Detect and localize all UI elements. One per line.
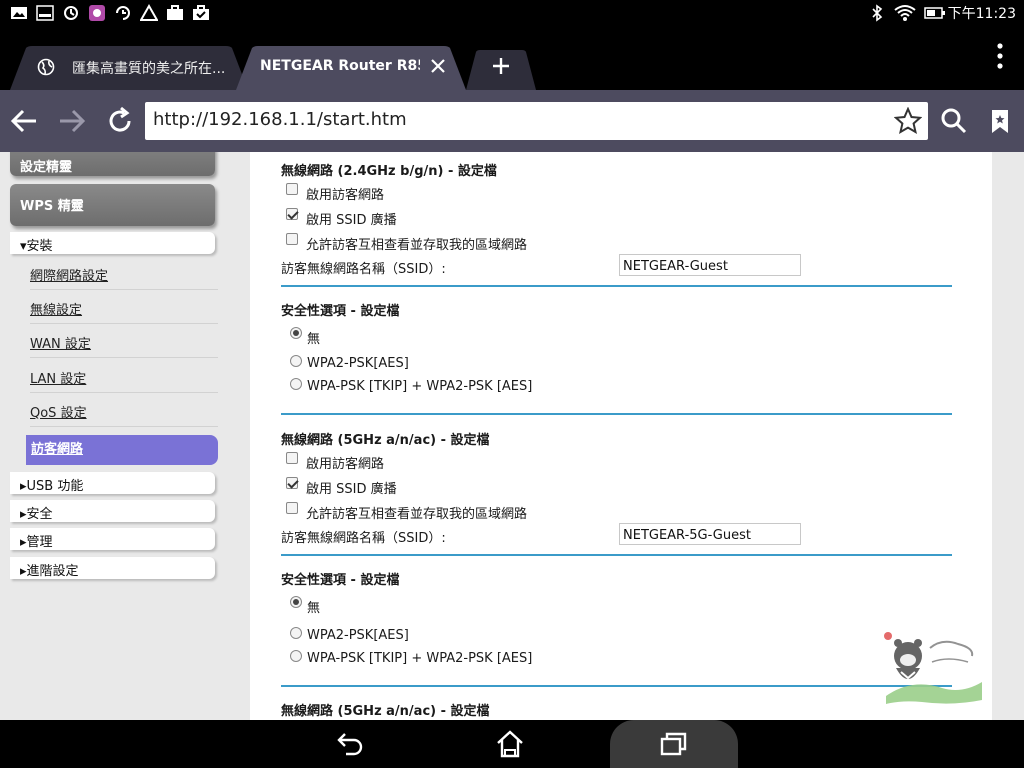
system-nav-bar	[0, 720, 1024, 768]
sidebar-item-internet[interactable]: 網際網路設定	[30, 256, 218, 290]
web-page: 設定精靈 WPS 精靈 ▾安裝 網際網路設定 無線設定 WAN 設定 LAN 設…	[0, 152, 1024, 720]
sidebar-item-guest-network[interactable]: 訪客網路	[26, 435, 218, 465]
section-divider	[281, 685, 952, 687]
nav-back-icon	[337, 733, 363, 756]
search-button[interactable]	[938, 105, 970, 137]
security-24-mixed-label: WPA-PSK [TKIP] + WPA2-PSK [AES]	[307, 379, 533, 394]
enable-guest-5g-checkbox[interactable]	[286, 452, 298, 464]
tab-netgear[interactable]: NETGEAR Router R85...	[236, 46, 466, 90]
tab-gallery[interactable]: 匯集高畫質的美之所在...	[10, 46, 248, 90]
sync-icon	[62, 4, 80, 22]
reload-button[interactable]	[104, 105, 136, 137]
security-24-none-radio[interactable]	[290, 327, 302, 339]
clock-icon	[114, 4, 132, 22]
enable-guest-24-label: 啟用訪客網路	[306, 188, 385, 203]
status-bar: 下午11:23	[0, 0, 1024, 26]
forward-button[interactable]	[56, 105, 88, 137]
page-margin	[992, 152, 1024, 720]
band-24-heading: 無線網路 (2.4GHz b/g/n) - 設定檔	[281, 164, 497, 179]
sidebar-section-advanced[interactable]: ▸進階設定	[10, 557, 215, 579]
allow-lan-access-24-checkbox[interactable]	[286, 233, 298, 245]
nav-back-button[interactable]	[334, 728, 366, 760]
security-5g-wpa2-label: WPA2-PSK[AES]	[307, 628, 409, 643]
sidebar-section-security[interactable]: ▸安全	[10, 500, 215, 522]
band-5g-heading: 無線網路 (5GHz a/n/ac) - 設定檔	[281, 433, 490, 448]
sidebar-section-usb[interactable]: ▸USB 功能	[10, 472, 215, 494]
security-5g-wpa2-radio[interactable]	[290, 627, 302, 639]
tab-strip: 匯集高畫質的美之所在... NETGEAR Router R85...	[0, 26, 1024, 90]
close-icon[interactable]	[428, 56, 448, 76]
briefcase-icon	[166, 4, 184, 22]
app-icon	[88, 4, 106, 22]
security-5g-heading: 安全性選項 - 設定檔	[281, 573, 400, 588]
router-sidebar: 設定精靈 WPS 精靈 ▾安裝 網際網路設定 無線設定 WAN 設定 LAN 設…	[0, 152, 250, 720]
sidebar-item-wireless[interactable]: 無線設定	[30, 290, 218, 324]
section-divider	[281, 413, 952, 415]
sidebar-item-qos[interactable]: QoS 設定	[30, 393, 218, 427]
security-24-mixed-radio[interactable]	[290, 378, 302, 390]
nav-recents-icon	[660, 732, 687, 756]
guest-ssid-5g-label: 訪客無線網路名稱（SSID）:	[281, 531, 446, 546]
status-time: 下午11:23	[947, 6, 1016, 22]
gallery-icon	[10, 4, 28, 22]
security-24-heading: 安全性選項 - 設定檔	[281, 304, 400, 319]
bluetooth-icon	[868, 4, 886, 22]
security-24-wpa2-radio[interactable]	[290, 355, 302, 367]
url-bar[interactable]: http://192.168.1.1/start.htm	[145, 102, 928, 140]
band-5g-2-heading: 無線網路 (5GHz a/n/ac) - 設定檔	[281, 704, 490, 719]
ssid-broadcast-5g-label: 啟用 SSID 廣播	[306, 482, 397, 497]
sidebar-section-setup[interactable]: ▾安裝	[10, 232, 215, 254]
browser-toolbar: http://192.168.1.1/start.htm	[0, 90, 1024, 152]
nav-recents-button[interactable]	[658, 728, 690, 760]
nav-home-button[interactable]	[494, 728, 526, 760]
sidebar-item-wps-wizard[interactable]: WPS 精靈	[10, 184, 215, 226]
section-divider	[281, 554, 952, 556]
security-24-none-label: 無	[307, 332, 321, 347]
watermark-logo	[882, 626, 986, 706]
guest-network-form: 無線網路 (2.4GHz b/g/n) - 設定檔 啟用訪客網路 啟用 SSID…	[250, 152, 992, 720]
search-icon	[941, 108, 967, 134]
ssid-broadcast-24-checkbox[interactable]	[286, 208, 298, 220]
star-icon[interactable]	[893, 106, 923, 135]
globe-icon	[37, 58, 55, 76]
sidebar-item-wan[interactable]: WAN 設定	[30, 324, 218, 358]
overflow-menu-button[interactable]	[988, 42, 1012, 70]
enable-guest-24-checkbox[interactable]	[286, 183, 298, 195]
briefcase-check-icon	[192, 4, 210, 22]
back-button[interactable]	[8, 105, 40, 137]
warning-icon	[140, 4, 158, 22]
nav-home-icon	[497, 730, 523, 758]
tab-title: 匯集高畫質的美之所在...	[72, 61, 226, 77]
allow-lan-access-5g-checkbox[interactable]	[286, 502, 298, 514]
guest-ssid-24-label: 訪客無線網路名稱（SSID）:	[281, 262, 446, 277]
asus-icon	[36, 4, 54, 22]
security-5g-none-radio[interactable]	[290, 596, 302, 608]
sidebar-section-admin[interactable]: ▸管理	[10, 528, 215, 550]
arrow-right-icon	[60, 109, 86, 133]
security-5g-none-label: 無	[307, 601, 321, 616]
security-5g-mixed-label: WPA-PSK [TKIP] + WPA2-PSK [AES]	[307, 651, 533, 666]
ssid-broadcast-5g-checkbox[interactable]	[286, 477, 298, 489]
sidebar-item-lan[interactable]: LAN 設定	[30, 359, 218, 393]
enable-guest-5g-label: 啟用訪客網路	[306, 457, 385, 472]
security-5g-mixed-radio[interactable]	[290, 650, 302, 662]
more-vertical-icon	[997, 43, 1003, 69]
section-divider	[281, 285, 952, 287]
sidebar-item-setup-wizard[interactable]: 設定精靈	[10, 152, 215, 176]
tab-title: NETGEAR Router R85...	[260, 58, 420, 74]
allow-lan-access-24-label: 允許訪客互相查看並存取我的區域網路	[306, 238, 528, 253]
arrow-left-icon	[10, 109, 36, 133]
new-tab-button[interactable]	[466, 50, 536, 90]
security-24-wpa2-label: WPA2-PSK[AES]	[307, 356, 409, 371]
bookmarks-button[interactable]	[984, 105, 1016, 137]
wifi-icon	[894, 4, 916, 22]
guest-ssid-5g-input[interactable]	[619, 523, 801, 545]
ssid-broadcast-24-label: 啟用 SSID 廣播	[306, 213, 397, 228]
guest-ssid-24-input[interactable]	[619, 254, 801, 276]
battery-icon	[924, 4, 946, 22]
bookmark-icon	[992, 110, 1008, 133]
reload-icon	[109, 106, 131, 132]
allow-lan-access-5g-label: 允許訪客互相查看並存取我的區域網路	[306, 507, 528, 522]
url-text: http://192.168.1.1/start.htm	[153, 109, 407, 130]
